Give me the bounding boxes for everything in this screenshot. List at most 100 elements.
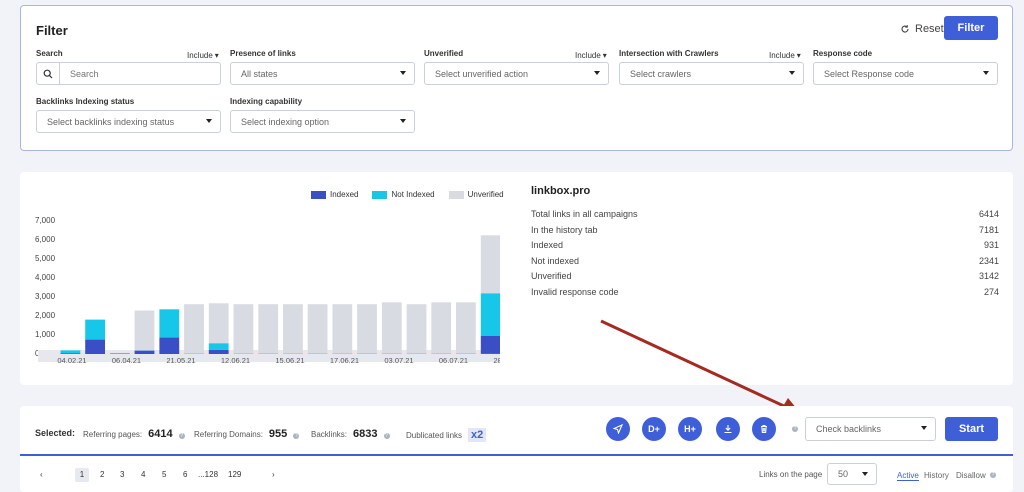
unverified-select[interactable]: Select unverified action: [424, 62, 609, 85]
bar-indexed[interactable]: [85, 339, 105, 354]
page-1[interactable]: 1: [75, 468, 89, 482]
bar-unverified[interactable]: [233, 304, 254, 354]
stat-label: Total links in all campaigns: [531, 209, 638, 219]
search-include-dropdown[interactable]: Include ▾: [187, 51, 219, 60]
filter-title: Filter: [36, 23, 68, 38]
action-select[interactable]: Check backlinks: [805, 417, 936, 441]
help-icon[interactable]: ?: [383, 433, 390, 439]
include-label: Include: [575, 51, 601, 60]
response-code-select[interactable]: Select Response code: [813, 62, 998, 85]
x-tick-label: 06.04.21: [112, 356, 141, 365]
page-2[interactable]: 2: [100, 470, 104, 479]
stat-value: 931: [983, 240, 999, 250]
chevron-down-icon: [400, 71, 406, 75]
add-history-icon: H+: [684, 424, 696, 434]
tab-history[interactable]: History: [924, 471, 949, 480]
crawlers-select[interactable]: Select crawlers: [619, 62, 804, 85]
stat-value: 7181: [978, 225, 999, 235]
per-page-value: 50: [838, 469, 849, 479]
crawlers-include-dropdown[interactable]: Include ▾: [769, 51, 801, 60]
page-128[interactable]: ...128: [198, 470, 218, 479]
bar-unverified[interactable]: [307, 304, 328, 354]
referring-domains-label: Referring Domains:: [194, 430, 263, 439]
tab-disallow[interactable]: Disallow: [956, 471, 986, 480]
bar-unverified[interactable]: [381, 302, 402, 354]
stat-row: In the history tab 7181: [531, 225, 999, 235]
page-6[interactable]: 6: [183, 470, 187, 479]
bar-not-indexed[interactable]: [85, 319, 105, 340]
page-129[interactable]: 129: [228, 470, 241, 479]
stat-row: Total links in all campaigns 6414: [531, 209, 999, 219]
bar-indexed[interactable]: [60, 353, 81, 354]
backlinks: Backlinks: 6833 ?: [311, 428, 390, 440]
chevron-down-icon: [921, 426, 927, 430]
delete-button[interactable]: [752, 417, 776, 441]
chevron-down-icon: [206, 119, 212, 123]
download-button[interactable]: [716, 417, 740, 441]
unverified-include-dropdown[interactable]: Include ▾: [575, 51, 607, 60]
response-code-label: Response code: [813, 49, 873, 58]
bar-unverified[interactable]: [456, 302, 476, 354]
indexing-status-select[interactable]: Select backlinks indexing status: [36, 110, 221, 133]
page-5[interactable]: 5: [162, 470, 166, 479]
x-tick-label: 28.07.21: [493, 356, 500, 365]
chevron-left-icon: ‹: [40, 470, 43, 479]
prev-page-button[interactable]: ‹: [40, 470, 43, 479]
search-label: Search: [36, 49, 63, 58]
bar-unverified[interactable]: [480, 235, 500, 294]
caret-down-icon: ▾: [214, 51, 219, 60]
page-4[interactable]: 4: [141, 470, 145, 479]
search-field: [36, 62, 221, 85]
reset-label: Reset: [915, 23, 944, 35]
x-tick-label: 03.07.21: [384, 356, 413, 365]
stat-value: 2341: [978, 256, 999, 266]
unverified-label: Unverified: [424, 49, 464, 58]
reset-button[interactable]: Reset: [900, 23, 944, 35]
presence-label: Presence of links: [230, 49, 296, 58]
help-icon[interactable]: ?: [178, 433, 185, 439]
bar-not-indexed[interactable]: [60, 350, 81, 354]
bar-unverified[interactable]: [134, 310, 155, 351]
filter-panel: Filter Reset Filter Search Include ▾ Pres…: [20, 5, 1013, 151]
add-domain-button[interactable]: D+: [642, 417, 666, 441]
help-icon[interactable]: ?: [293, 433, 300, 439]
bar-not-indexed[interactable]: [159, 309, 180, 338]
per-page-select[interactable]: 50: [827, 463, 877, 485]
bar-unverified[interactable]: [332, 304, 353, 354]
x-tick-label: 15.06.21: [275, 356, 304, 365]
bar-indexed[interactable]: [480, 335, 500, 354]
bar-not-indexed[interactable]: [480, 293, 500, 336]
start-button[interactable]: Start: [945, 417, 998, 441]
duplicated-links: Dublicated links x2: [406, 428, 487, 442]
tab-active[interactable]: Active: [897, 471, 919, 481]
bar-indexed[interactable]: [134, 350, 155, 354]
bar-unverified[interactable]: [406, 304, 427, 354]
bar-unverified[interactable]: [357, 304, 377, 354]
bar-indexed[interactable]: [208, 349, 229, 354]
presence-select[interactable]: All states: [230, 62, 415, 85]
bar-unverified[interactable]: [431, 302, 452, 354]
divider: [20, 454, 1013, 456]
send-button[interactable]: [606, 417, 630, 441]
bar-unverified[interactable]: [258, 304, 279, 354]
bar-indexed[interactable]: [159, 337, 180, 354]
add-history-button[interactable]: H+: [678, 417, 702, 441]
stat-row: Invalid response code 274: [531, 287, 999, 297]
duplicated-label: Dublicated links: [406, 431, 463, 440]
bar-unverified[interactable]: [283, 304, 303, 354]
chart-panel: Indexed Not Indexed Unverified 7,000 6,0…: [20, 172, 1013, 385]
filter-button[interactable]: Filter: [944, 16, 998, 40]
help-icon[interactable]: ?: [990, 472, 996, 478]
page-3[interactable]: 3: [120, 470, 124, 479]
search-input[interactable]: [60, 63, 210, 84]
backlinks-label: Backlinks:: [311, 430, 348, 439]
next-page-button[interactable]: ›: [272, 470, 275, 479]
referring-pages-label: Referring pages:: [83, 430, 143, 439]
bar-not-indexed[interactable]: [208, 343, 229, 350]
referring-domains: Referring Domains: 955 ?: [194, 428, 300, 440]
bar-unverified[interactable]: [208, 303, 229, 344]
bar-unverified[interactable]: [184, 304, 204, 354]
help-icon[interactable]: ?: [792, 426, 798, 432]
indexing-capability-select[interactable]: Select indexing option: [230, 110, 415, 133]
indexing-status-value: Select backlinks indexing status: [47, 116, 175, 127]
